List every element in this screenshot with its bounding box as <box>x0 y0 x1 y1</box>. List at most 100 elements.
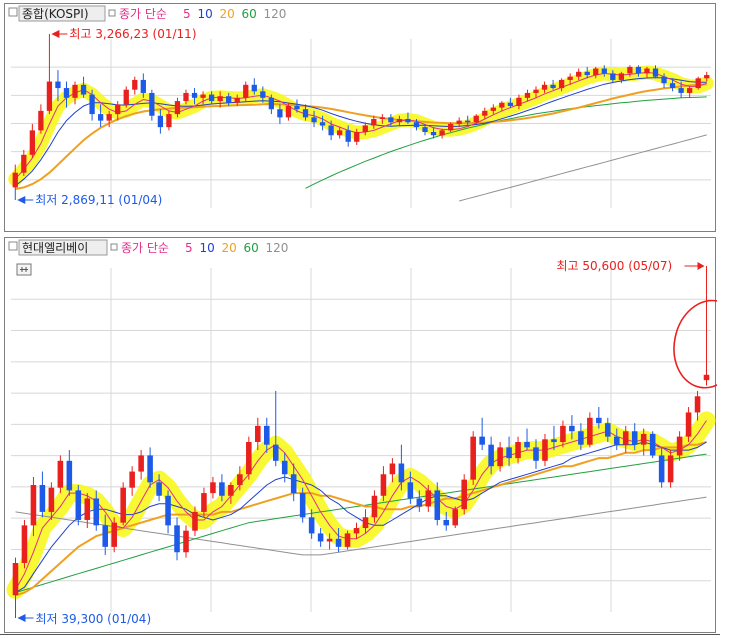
bottom-divider <box>0 634 720 635</box>
candle-body <box>345 130 351 142</box>
candle-body <box>584 71 590 76</box>
legend-marker <box>8 7 18 17</box>
legend-ma-period: 120 <box>266 241 289 255</box>
candle-body <box>66 460 73 491</box>
candle-body <box>434 490 441 520</box>
candle-body <box>542 439 548 461</box>
candle-body <box>551 439 557 442</box>
candle-body <box>610 73 616 80</box>
legend-ma-label: 종가 단순 <box>119 7 167 21</box>
candle-body <box>281 460 288 475</box>
candle-body <box>263 425 270 445</box>
candle-body <box>115 104 121 115</box>
candle-body <box>354 132 360 142</box>
candle-body <box>344 533 351 547</box>
high-arrow <box>697 262 705 270</box>
candle-body <box>439 130 445 136</box>
candle-body <box>299 493 306 518</box>
candles <box>12 294 710 598</box>
candle-body <box>201 493 207 512</box>
candle-body <box>473 115 479 123</box>
candle-body <box>669 83 676 89</box>
candle-body <box>667 455 674 483</box>
candle-body <box>63 88 70 98</box>
candle-body <box>499 102 505 108</box>
candle-body <box>102 525 109 547</box>
candle-body <box>191 92 198 98</box>
candle-body <box>380 474 387 496</box>
legend-marker <box>8 241 18 251</box>
stock-chart-panel: 현대엘리베이 종가 단순 5 10 20 60 120 최고 50,600 (05/07) 최저… <box>4 237 717 633</box>
chart-legend: 현대엘리베이 종가 단순 5 10 20 60 120 <box>8 239 289 256</box>
candle-body <box>413 122 420 128</box>
candle-body <box>658 455 665 483</box>
candle-body <box>260 91 266 98</box>
candle-body <box>156 482 162 496</box>
candle-body <box>430 132 437 136</box>
candle-body <box>268 97 275 110</box>
candle-body <box>416 498 423 507</box>
legend-ma-period: 60 <box>244 241 259 255</box>
candle-body <box>21 525 28 563</box>
legend-symbol-name: 종합(KOSPI) <box>22 7 89 21</box>
candle-body <box>335 538 342 547</box>
legend-ma-period: 60 <box>242 7 257 21</box>
candle-body <box>93 498 100 526</box>
candle-body <box>371 118 377 126</box>
legend-ma-period: 5 <box>183 7 191 21</box>
candle-body <box>533 89 539 93</box>
candle-body <box>678 88 684 93</box>
candle-body <box>687 88 693 93</box>
candle-body <box>497 447 503 467</box>
kospi-chart-panel: 종합(KOSPI) 종가 단순 5 10 20 60 120 최고 3,266,23 (01/… <box>4 3 716 232</box>
candle-body <box>132 79 138 90</box>
candle-body <box>703 374 710 381</box>
stock-chart-svg: 현대엘리베이 종가 단순 5 10 20 60 120 최고 50,600 (05/07) 최저… <box>6 239 717 626</box>
candle-body <box>138 455 144 472</box>
candle-body <box>362 125 368 133</box>
candle-body <box>55 81 61 89</box>
candle-body <box>308 517 315 534</box>
candle-body <box>192 511 198 531</box>
candle-body <box>311 117 317 123</box>
candle-body <box>490 107 496 111</box>
candle-body <box>30 485 37 526</box>
candle-body <box>371 495 378 518</box>
candle-body <box>516 97 522 106</box>
legend-ma-period: 20 <box>222 241 237 255</box>
legend-ma-period: 10 <box>200 241 215 255</box>
candle-body <box>246 442 252 475</box>
candle-body <box>38 110 44 131</box>
candle-body <box>389 463 396 475</box>
candle-body <box>46 81 53 111</box>
candle-body <box>560 425 566 442</box>
candle-body <box>596 417 602 424</box>
candle-body <box>48 487 55 512</box>
candle-body <box>704 75 710 79</box>
candle-body <box>317 533 324 542</box>
high-label: 최고 50,600 (05/07) <box>557 259 673 273</box>
candle-body <box>89 94 95 115</box>
candle-body <box>290 474 297 494</box>
candle-body <box>507 102 514 106</box>
candle-body <box>396 118 403 123</box>
candle-body <box>272 444 279 461</box>
candle-body <box>140 79 146 93</box>
candle-body <box>97 114 104 121</box>
candle-body <box>482 110 488 116</box>
candle-body <box>452 509 459 526</box>
candle-body <box>106 114 112 121</box>
candle-body <box>251 84 257 92</box>
grid-toggle-icon <box>16 263 32 276</box>
candle-body <box>174 525 180 553</box>
candle-body <box>622 431 629 445</box>
candle-body <box>593 68 599 76</box>
candle-body <box>587 417 593 445</box>
candle-body <box>12 172 18 188</box>
candle-body <box>149 92 155 116</box>
candle-body <box>685 412 692 437</box>
grid <box>11 39 711 208</box>
candle-body <box>479 436 485 445</box>
candle-body <box>407 482 414 499</box>
legend-marker <box>108 9 116 17</box>
